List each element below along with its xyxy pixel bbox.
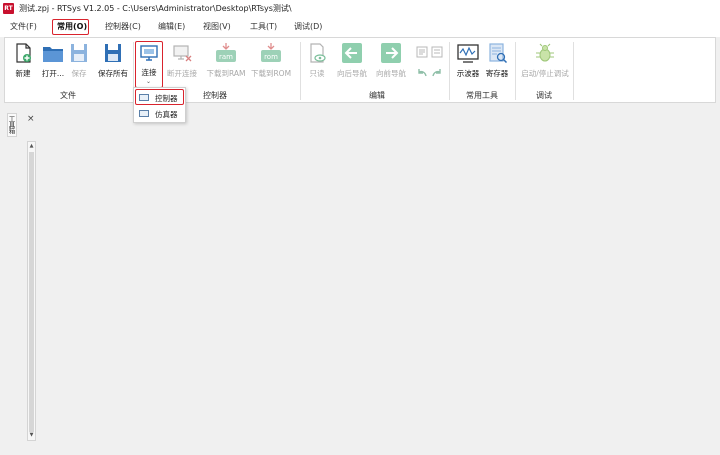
connect-highlight	[135, 41, 163, 88]
toolbox-tab[interactable]: 工具箱	[7, 113, 17, 137]
download-ram-button-label: 下载到RAM	[206, 69, 246, 78]
menu-edit[interactable]: 编辑(E)	[158, 21, 185, 32]
save-all-button-label: 保存所有	[98, 69, 128, 78]
menu-bar: 文件(F) 常用(O) 控制器(C) 编辑(E) 视图(V) 工具(T) 调试(…	[0, 17, 720, 37]
rom-icon-text: rom	[264, 53, 278, 61]
app-logo-icon: RT	[3, 3, 14, 14]
group-label-edit: 编辑	[369, 91, 385, 100]
scroll-down-icon[interactable]: ▼	[28, 431, 35, 440]
start-stop-debug-button-label: 启动/停止调试	[521, 69, 569, 78]
debug-bug-icon	[536, 43, 554, 62]
navigate-forward-icon	[381, 43, 401, 63]
ribbon-toolbar: 新建 打开... 保存 保存所有 文件 连接 ⌄ 断开连接 ram 下载到RAM…	[4, 37, 716, 103]
save-all-icon	[105, 44, 121, 62]
menu-common-highlight	[52, 19, 89, 35]
register-button[interactable]: 寄存器	[483, 43, 511, 81]
disconnect-button-label: 断开连接	[167, 69, 197, 78]
open-folder-icon	[43, 47, 63, 62]
title-bar: RT 测试.zpj - RTSys V1.2.05 - C:\Users\Adm…	[0, 0, 720, 17]
download-rom-button-label: 下载到ROM	[250, 69, 292, 78]
group-label-file: 文件	[60, 91, 76, 100]
oscilloscope-icon	[457, 44, 479, 63]
navigate-forward-button[interactable]: 向前导航	[376, 43, 406, 81]
save-icon	[71, 44, 87, 62]
toolbox-scrollbar[interactable]: ▲ ▼	[27, 141, 36, 441]
download-rom-button[interactable]: rom 下载到ROM	[251, 43, 291, 81]
undo-icon[interactable]	[416, 68, 428, 78]
navigate-back-icon	[342, 43, 362, 63]
scrollbar-thumb[interactable]	[29, 152, 34, 432]
group-label-controller: 控制器	[203, 91, 227, 100]
close-icon[interactable]: ×	[27, 114, 35, 124]
new-file-icon	[16, 43, 31, 63]
save-button[interactable]: 保存	[67, 43, 91, 81]
menu-controller[interactable]: 控制器(C)	[105, 21, 141, 32]
read-only-icon	[310, 43, 326, 63]
simulator-icon	[139, 110, 149, 117]
download-ram-icon: ram	[216, 43, 236, 62]
comment-icon[interactable]	[431, 46, 443, 58]
menu-view[interactable]: 视图(V)	[203, 21, 231, 32]
disconnect-button[interactable]: 断开连接	[167, 43, 197, 81]
menu-file[interactable]: 文件(F)	[10, 21, 37, 32]
scroll-up-icon[interactable]: ▲	[28, 142, 35, 151]
download-ram-button[interactable]: ram 下载到RAM	[206, 43, 246, 81]
register-icon	[489, 43, 508, 63]
group-separator	[573, 42, 574, 100]
format-icon[interactable]	[416, 46, 428, 58]
download-rom-icon: rom	[261, 43, 281, 62]
start-stop-debug-button[interactable]: 启动/停止调试	[519, 43, 571, 81]
read-only-button[interactable]: 只读	[305, 43, 329, 81]
read-only-button-label: 只读	[309, 69, 325, 78]
dropdown-item-simulator[interactable]: 仿真器	[136, 107, 182, 120]
navigate-forward-button-label: 向前导航	[376, 69, 406, 78]
window-title: 测试.zpj - RTSys V1.2.05 - C:\Users\Admini…	[19, 4, 292, 13]
menu-tools[interactable]: 工具(T)	[250, 21, 277, 32]
connect-dropdown-menu: 控制器 仿真器	[133, 87, 186, 123]
disconnect-icon	[173, 45, 192, 62]
dropdown-item-simulator-label: 仿真器	[155, 110, 178, 119]
save-all-button[interactable]: 保存所有	[95, 43, 131, 81]
group-label-common-tools: 常用工具	[466, 91, 498, 100]
redo-icon[interactable]	[431, 68, 443, 78]
group-label-debug: 调试	[536, 91, 552, 100]
ram-icon-text: ram	[219, 53, 233, 61]
navigate-back-button[interactable]: 向后导航	[337, 43, 367, 81]
register-button-label: 寄存器	[485, 69, 509, 78]
controller-item-highlight	[135, 89, 184, 105]
menu-debug[interactable]: 调试(D)	[294, 21, 322, 32]
navigate-back-button-label: 向后导航	[337, 69, 367, 78]
toolbox-panel: 工具箱 × ▲ ▼	[4, 113, 40, 455]
